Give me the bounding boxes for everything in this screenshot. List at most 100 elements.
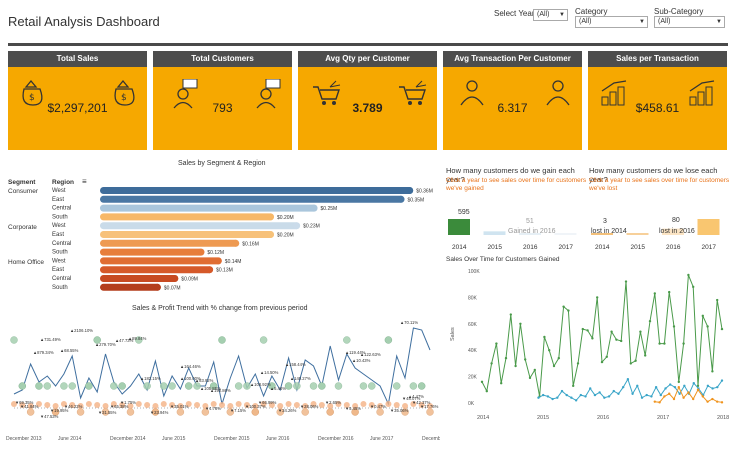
profit-marker [368,382,376,390]
bar-value-label: $0.09M [181,277,198,283]
profit-marker [143,382,151,390]
trend-chart: ▲731.49%▲2106.10%▲279.70%▲89.84%▲164.46%… [6,320,440,442]
series-point [692,285,695,289]
series-point [620,339,623,343]
series-point [600,360,604,364]
series-point [692,382,695,385]
profit-marker [285,401,292,407]
trend-chart-title: Sales & Profit Trend with % change from … [132,305,308,312]
region-label: South [52,250,68,256]
pct-change-label: ▲190.86% [210,388,231,393]
series-point [663,395,666,398]
subcategory-select-value: (All) [658,18,671,25]
pct-change-label: ▼28.06% [300,404,319,409]
gain-hint: Click a year to see sales over time for … [446,177,587,192]
series-point [720,327,724,331]
x-tick-label: June 2014 [58,436,82,442]
profit-marker [384,336,393,344]
segment-bar [100,257,222,265]
kpi-total-customers[interactable]: Total Customers 793 [153,51,292,150]
y-tick-label: 100K [468,269,480,275]
pct-change-label: ▲158.44% [285,362,306,367]
series-point [615,338,618,341]
series-point [653,292,656,295]
profit-marker [392,382,401,390]
kpi-value: $458.61 [635,101,680,115]
x-tick-label: June 2015 [162,436,186,442]
year-bar [483,231,506,235]
series-point [687,273,690,277]
region-label: Central [52,276,71,282]
year-bar [448,219,470,235]
kpi-avg-transaction[interactable]: Avg Transaction Per Customer 6.317 [443,51,582,150]
profit-marker [218,336,226,344]
year-select[interactable]: (All) ▼ [533,9,568,21]
region-label: East [52,267,64,273]
chevron-down-icon: ▼ [716,19,722,25]
pct-change-label: ▲68.55% [60,348,79,353]
kpi-sales-per-transaction[interactable]: Sales per Transaction $458.61 [588,51,727,150]
x-tick-label: 2017 [657,415,669,421]
year-label: 2014 [452,244,467,251]
kpi-label: Avg Qty per Customer [298,51,437,67]
series-point [692,397,695,401]
series-point [683,384,686,388]
kpi-total-sales[interactable]: Total Sales $ $ $2,297,201 [8,51,147,150]
x-tick-label: December 2013 [6,436,42,442]
series-point [610,330,613,333]
series-point [514,364,517,368]
pct-change-label: ▲879.34% [33,350,54,355]
series-point [687,391,690,394]
series-point [648,319,652,323]
series-point [543,335,546,339]
profit-marker [259,336,268,344]
series-point [605,355,608,358]
kpi-label: Avg Transaction Per Customer [443,51,582,67]
year-label: 2015 [631,244,646,251]
gain-chart[interactable]: 2014 2015 2016 2017 595 51 Gained in 2016 [446,205,588,251]
series-point [711,397,714,401]
profit-marker [359,382,368,390]
series-point [584,395,587,398]
profit-marker [102,403,109,409]
bar-end-marker [197,248,205,256]
series-point [519,322,522,325]
series-point [658,342,661,345]
kpi-value: $2,297,201 [47,101,108,115]
segment-bar [100,275,179,282]
segment-bar [100,248,205,256]
series-point [574,399,578,402]
pct-change-label: ▼1.75% [120,400,136,405]
kpi-avg-qty[interactable]: Avg Qty per Customer 3.789 [298,51,437,150]
profit-marker [376,408,384,416]
profit-marker [152,403,159,409]
pct-change-label: ▼66.99% [258,400,277,405]
series-point [565,393,568,397]
pct-change-label: ▲100.00% [180,376,201,381]
bar-value-label: $0.23M [303,224,320,230]
kpi-label: Total Sales [8,51,147,67]
year-label: 2015 [488,244,503,251]
x-tick-label: December 2017 [422,436,440,442]
profit-marker [326,408,334,416]
series-point [720,401,724,404]
profit-marker [76,408,85,416]
profit-marker [85,401,92,407]
series-point [677,385,680,389]
category-select[interactable]: (All) ▼ [575,16,648,28]
series-point [567,309,570,312]
lose-chart[interactable]: 2014 2015 2016 2017 3 80 lost in 2014 lost in 2… [589,205,731,251]
profit-marker [10,336,18,344]
series-point [711,387,714,390]
kpi-label: Total Customers [153,51,292,67]
series-point [593,393,597,397]
profit-marker [126,408,135,416]
y-tick-label: 80K [468,295,478,301]
page-title: Retail Analysis Dashboard [8,14,160,29]
year-bar [626,233,649,235]
pct-change-label: ▲10.43% [352,358,371,363]
profit-marker [43,382,52,390]
segment-chart-title: Sales by Segment & Region [178,160,266,167]
subcategory-select[interactable]: (All) ▼ [654,16,725,28]
series-point [640,396,644,399]
